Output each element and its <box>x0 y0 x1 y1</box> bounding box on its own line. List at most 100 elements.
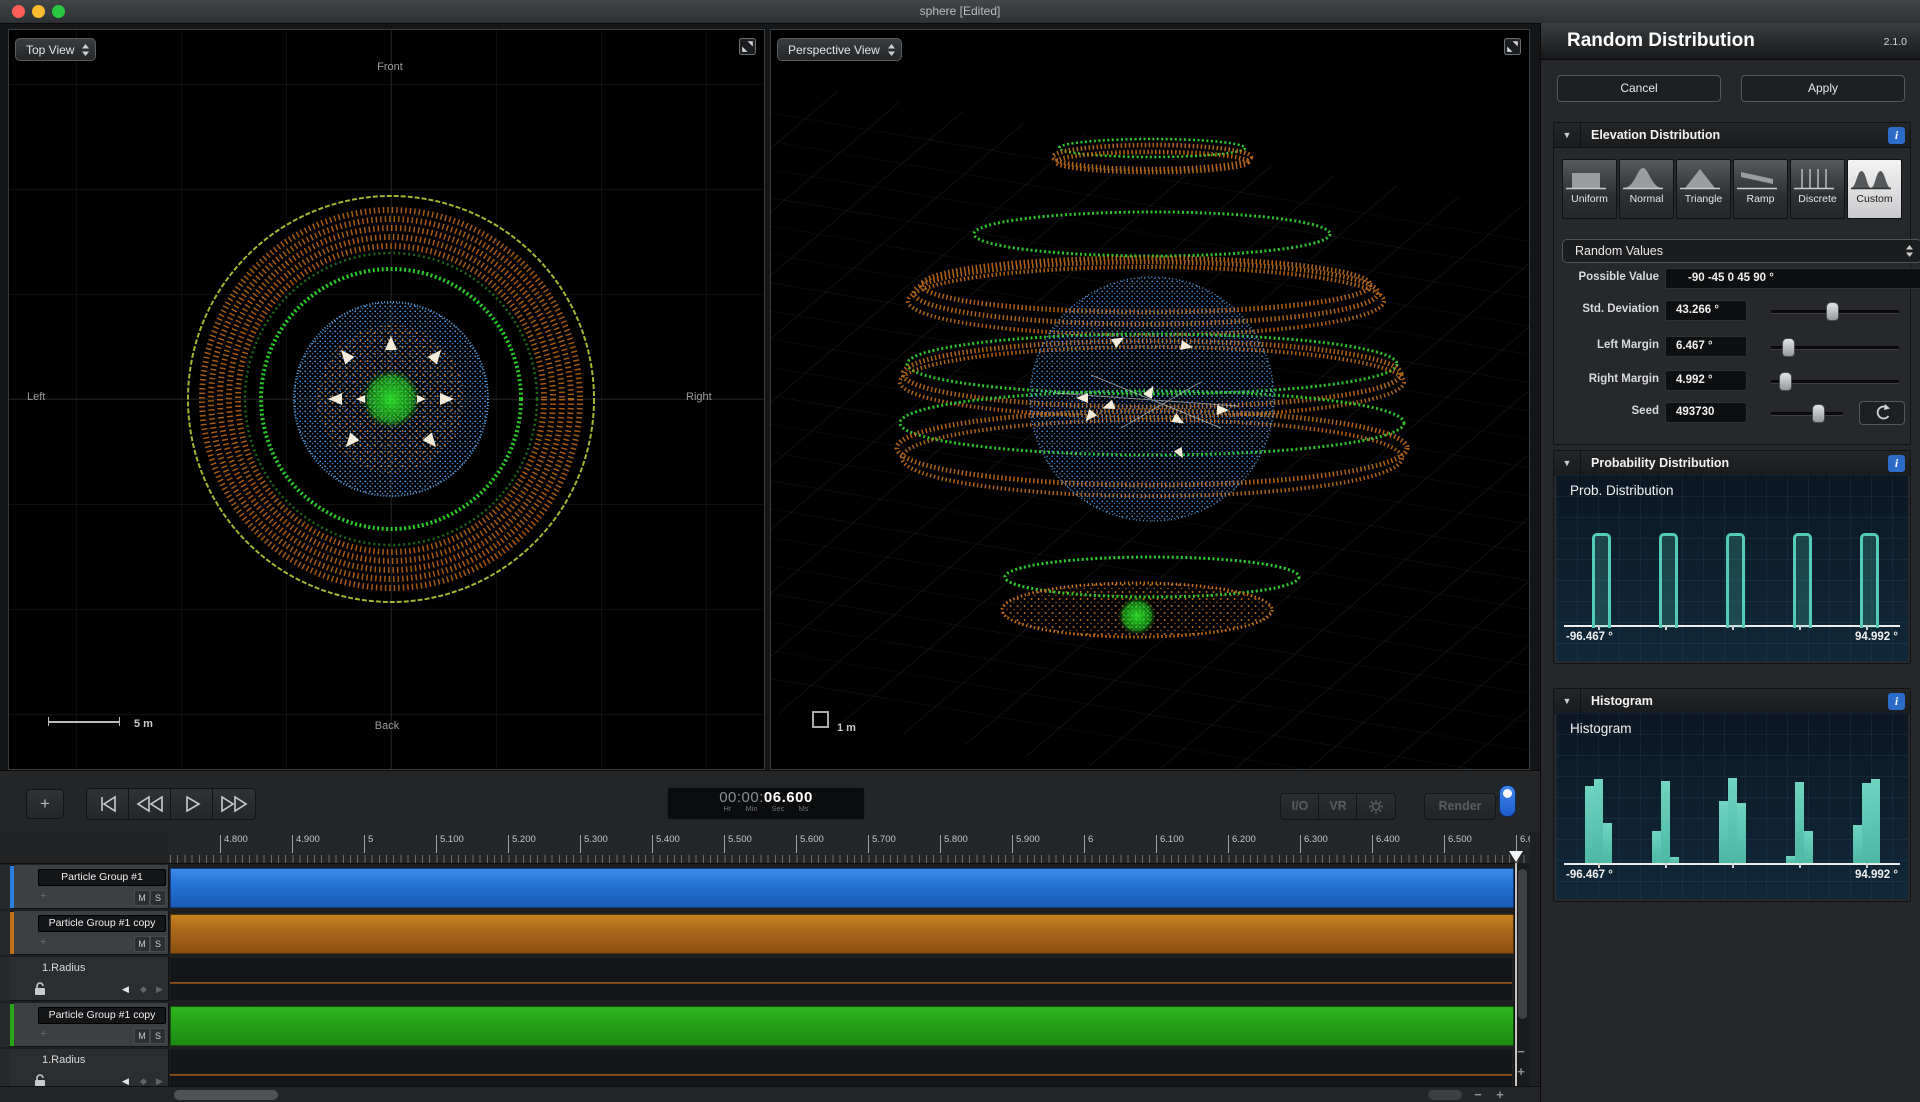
expand-viewport-icon[interactable] <box>1504 38 1521 55</box>
solo-button[interactable]: S <box>150 936 166 952</box>
left-margin-label: Left Margin <box>1597 339 1659 351</box>
top-view-viewport[interactable]: Top View Front Left Right Back 5 m <box>8 29 765 770</box>
add-automation-button[interactable]: + <box>40 1028 46 1040</box>
rewind-button[interactable] <box>128 788 172 820</box>
seed-input[interactable]: 493730 <box>1665 402 1747 423</box>
slider-thumb[interactable] <box>1782 338 1795 357</box>
section-header[interactable]: ▼ Probability Distribution i <box>1554 451 1910 476</box>
mode-uniform-button[interactable]: Uniform <box>1562 159 1617 219</box>
section-header[interactable]: ▼ Histogram i <box>1554 689 1910 714</box>
solo-button[interactable]: S <box>150 890 166 906</box>
view-selector-dropdown[interactable]: Top View <box>15 38 97 61</box>
mode-custom-button[interactable]: Custom <box>1847 159 1902 219</box>
std-deviation-input[interactable]: 43.266 ° <box>1665 300 1747 321</box>
mode-triangle-button[interactable]: Triangle <box>1676 159 1731 219</box>
collapse-triangle-icon[interactable]: ▼ <box>1554 123 1581 147</box>
possible-value-input[interactable]: -90 -45 0 45 90 ° <box>1665 268 1920 289</box>
horizontal-zoom-pill[interactable] <box>1428 1090 1462 1100</box>
render-button[interactable]: Render <box>1424 793 1496 820</box>
apply-button[interactable]: Apply <box>1741 75 1905 102</box>
collapse-triangle-icon[interactable]: ▼ <box>1554 451 1581 475</box>
histogram-bar <box>1670 857 1679 863</box>
updown-arrows-icon <box>82 43 90 56</box>
fast-forward-button[interactable] <box>212 788 256 820</box>
automation-header[interactable]: 1.Radius ◀ ◆ ▶ <box>10 957 169 1001</box>
section-header[interactable]: ▼ Elevation Distribution i <box>1554 123 1910 148</box>
info-button[interactable]: i <box>1888 692 1905 710</box>
lock-icon[interactable] <box>32 981 48 996</box>
left-margin-slider[interactable] <box>1771 338 1899 357</box>
reseed-button[interactable] <box>1859 401 1905 425</box>
mode-discrete-button[interactable]: Discrete <box>1790 159 1845 219</box>
time-ruler[interactable]: 4.800 4.900 5 5.100 5.200 5.300 5.400 5.500 5.60… <box>168 832 1530 864</box>
mute-button[interactable]: M <box>134 890 150 906</box>
axis-tick <box>1732 625 1734 630</box>
right-margin-slider[interactable] <box>1771 372 1899 391</box>
track-header[interactable]: Particle Group #1 copy + M S <box>14 911 169 955</box>
track-header[interactable]: Particle Group #1 copy + M S <box>14 1003 169 1047</box>
seed-slider[interactable] <box>1771 404 1843 423</box>
std-deviation-slider[interactable] <box>1771 302 1899 321</box>
mute-button[interactable]: M <box>134 936 150 952</box>
view-selector-value: Top View <box>26 42 75 57</box>
values-type-dropdown[interactable]: Random Values <box>1562 239 1920 263</box>
triangle-distribution-icon <box>1680 169 1720 190</box>
clip-bar[interactable] <box>170 868 1514 908</box>
collapse-triangle-icon[interactable]: ▼ <box>1554 689 1581 713</box>
std-deviation-label: Std. Deviation <box>1582 303 1659 315</box>
playhead-marker[interactable] <box>1509 851 1523 862</box>
ruler-label: 5.100 <box>440 834 464 845</box>
mode-normal-button[interactable]: Normal <box>1619 159 1674 219</box>
clip-bar[interactable] <box>170 914 1514 954</box>
automation-lane[interactable] <box>170 958 1512 1000</box>
slider-thumb[interactable] <box>1779 372 1792 391</box>
cancel-button[interactable]: Cancel <box>1557 75 1721 102</box>
add-track-button[interactable]: + <box>26 789 64 819</box>
horizontal-zoom-in-button[interactable]: + <box>1490 1087 1510 1102</box>
next-keyframe-button[interactable]: ▶ <box>156 984 163 995</box>
info-button[interactable]: i <box>1888 454 1905 472</box>
vr-button[interactable]: VR <box>1318 793 1358 820</box>
perspective-viewport[interactable]: Perspective View 1 m <box>770 29 1530 770</box>
horizontal-zoom-out-button[interactable]: − <box>1468 1087 1488 1102</box>
io-button[interactable]: I/O <box>1280 793 1320 820</box>
mode-ramp-button[interactable]: Ramp <box>1733 159 1788 219</box>
slider-thumb[interactable] <box>1826 302 1839 321</box>
histogram-section: ▼ Histogram i Histogram -96.467 ° 94.992… <box>1553 688 1911 902</box>
info-button[interactable]: i <box>1888 126 1905 144</box>
view-selector-dropdown[interactable]: Perspective View <box>777 38 902 61</box>
audio-toggle[interactable] <box>1499 785 1516 817</box>
clip-bar[interactable] <box>170 1006 1514 1046</box>
vertical-zoom-out-button[interactable]: − <box>1508 1044 1534 1059</box>
histogram-bar <box>1786 856 1795 863</box>
automation-curve[interactable] <box>170 1074 1512 1076</box>
add-keyframe-button[interactable]: ◆ <box>140 984 147 995</box>
vertical-zoom-in-button[interactable]: + <box>1508 1064 1534 1079</box>
solo-button[interactable]: S <box>150 1028 166 1044</box>
vertical-scroll-thumb[interactable] <box>1517 869 1527 1019</box>
track-name[interactable]: Particle Group #1 copy <box>38 915 166 932</box>
histogram-bar <box>1871 779 1880 863</box>
track-header[interactable]: Particle Group #1 + M S <box>14 865 169 909</box>
uniform-distribution-icon <box>1566 173 1606 190</box>
settings-button[interactable] <box>1356 793 1396 820</box>
prev-keyframe-button[interactable]: ◀ <box>122 984 129 995</box>
histogram-bar <box>1603 823 1612 863</box>
right-margin-input[interactable]: 4.992 ° <box>1665 370 1747 391</box>
horizontal-scroll-thumb[interactable] <box>174 1090 278 1100</box>
mute-button[interactable]: M <box>134 1028 150 1044</box>
horizontal-scrollbar[interactable]: − + <box>0 1086 1540 1102</box>
track-name[interactable]: Particle Group #1 copy <box>38 1007 166 1024</box>
slider-thumb[interactable] <box>1812 404 1825 423</box>
skip-to-start-button[interactable] <box>86 788 130 820</box>
automation-curve[interactable] <box>170 982 1512 984</box>
track-name[interactable]: Particle Group #1 <box>38 869 166 886</box>
add-automation-button[interactable]: + <box>40 890 46 902</box>
left-margin-input[interactable]: 6.467 ° <box>1665 336 1747 357</box>
timeline-area: 4.800 4.900 5 5.100 5.200 5.300 5.400 5.500 5.60… <box>0 832 1540 1102</box>
expand-viewport-icon[interactable] <box>739 38 756 55</box>
time-display[interactable]: 00:00:06.600 Hr Min Sec Ms <box>667 787 865 820</box>
mode-label: Normal <box>1629 193 1664 205</box>
play-button[interactable] <box>170 788 214 820</box>
add-automation-button[interactable]: + <box>40 936 46 948</box>
